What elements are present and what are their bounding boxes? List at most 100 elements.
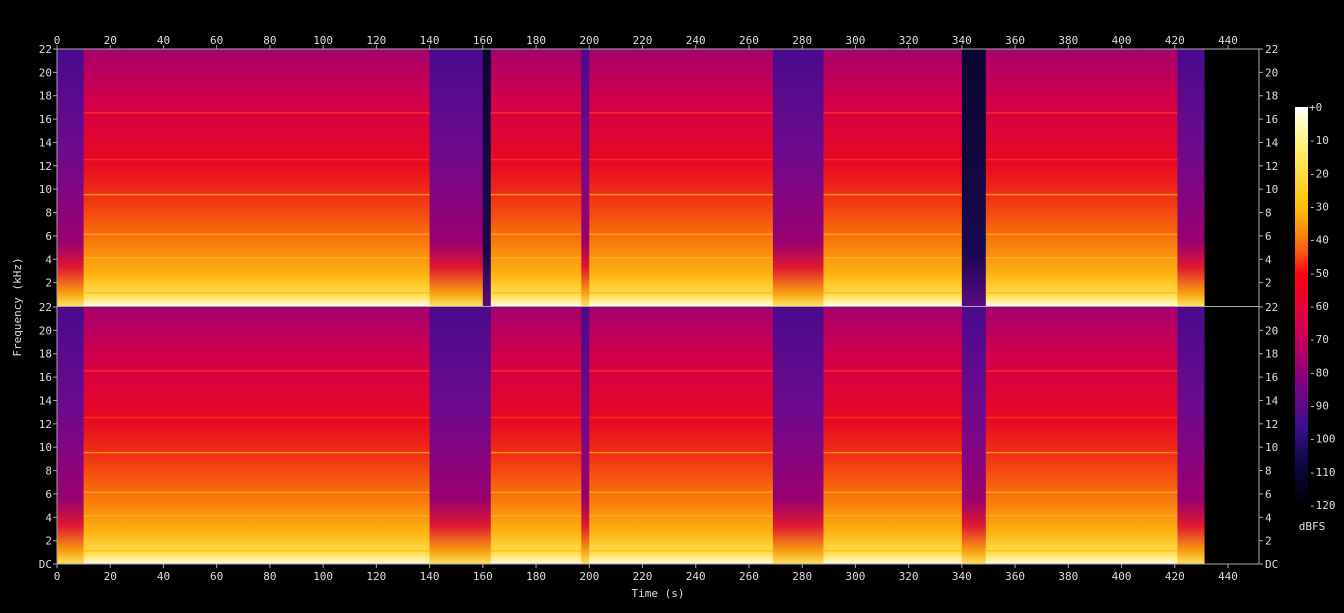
top-harmonic-band [985, 158, 1178, 161]
y-bottom-tick-label-right: 4 [1265, 511, 1272, 524]
top-harmonic-band [985, 193, 1178, 196]
x-tick-label-bottom: 180 [526, 570, 546, 583]
top-harmonic-band [823, 112, 962, 114]
colorbar-tick-label: -90 [1309, 400, 1329, 413]
top-segment-quiet [57, 49, 85, 306]
y-bottom-tick-label-left: 6 [45, 488, 52, 501]
x-tick-label-top: 160 [473, 34, 493, 47]
colorbar-label: dBFS [1299, 520, 1326, 533]
y-bottom-tick-label-left: 20 [39, 324, 52, 337]
bottom-harmonic-band [589, 549, 773, 552]
x-tick-label-bottom: 300 [845, 570, 865, 583]
top-harmonic-band [83, 291, 430, 294]
y-top-tick-label-left: 12 [39, 160, 52, 173]
colorbar-tick-label: -100 [1309, 433, 1336, 446]
top-harmonic-band [985, 233, 1178, 236]
y-bottom-tick-label-left: 16 [39, 371, 52, 384]
top-harmonic-band [490, 233, 582, 236]
y-bottom-tick-label-right: 6 [1265, 488, 1272, 501]
y-top-tick-label-left: 2 [45, 277, 52, 290]
top-segment-quiet [772, 49, 824, 306]
colorbar-tick-label: -50 [1309, 267, 1329, 280]
x-axis-label: Time (s) [632, 587, 685, 600]
bottom-harmonic-band [490, 451, 582, 454]
bottom-harmonic-band [985, 370, 1178, 372]
bottom-harmonic-band [83, 514, 430, 517]
top-harmonic-band [589, 158, 773, 161]
top-segment-silent [482, 49, 492, 306]
y-top-tick-label-left: 10 [39, 183, 52, 196]
bottom-segment-loud [83, 307, 431, 564]
colorbar [1295, 107, 1308, 505]
colorbar-tick-label: +0 [1309, 101, 1322, 114]
y-top-tick-label-right: 18 [1265, 90, 1278, 103]
y-bottom-tick-label-left: DC [39, 558, 52, 571]
x-tick-label-bottom: 200 [579, 570, 599, 583]
bottom-harmonic-band [823, 491, 962, 494]
y-top-tick-label-right: 14 [1265, 136, 1279, 149]
y-bottom-tick-label-right: DC [1265, 558, 1278, 571]
colorbar-tick-label: -20 [1309, 167, 1329, 180]
y-top-tick-label-right: 16 [1265, 113, 1278, 126]
y-bottom-tick-label-left: 12 [39, 418, 52, 431]
bottom-harmonic-band [83, 416, 430, 419]
x-tick-label-top: 300 [845, 34, 865, 47]
y-bottom-tick-label-right: 2 [1265, 535, 1272, 548]
bottom-segment-loud [589, 307, 774, 564]
bottom-harmonic-band [985, 549, 1178, 552]
colorbar-tick-label: -70 [1309, 333, 1329, 346]
x-tick-label-bottom: 340 [952, 570, 972, 583]
x-tick-label-bottom: 240 [686, 570, 706, 583]
top-harmonic-band [83, 233, 430, 236]
y-bottom-tick-label-left: 2 [45, 535, 52, 548]
top-segment-quiet [581, 49, 590, 306]
y-bottom-tick-label-left: 8 [45, 465, 52, 478]
y-bottom-tick-label-right: 8 [1265, 465, 1272, 478]
y-bottom-tick-label-left: 22 [39, 301, 52, 314]
x-tick-label-bottom: 40 [157, 570, 170, 583]
top-harmonic-band [589, 193, 773, 196]
y-bottom-tick-label-left: 14 [39, 394, 53, 407]
y-bottom-tick-label-right: 16 [1265, 371, 1278, 384]
bottom-segment-quiet [429, 307, 492, 564]
y-top-tick-label-left: 6 [45, 230, 52, 243]
y-top-tick-label-right: 8 [1265, 207, 1272, 220]
x-tick-label-bottom: 220 [633, 570, 653, 583]
bottom-harmonic-band [985, 514, 1178, 517]
y-top-tick-label-right: 6 [1265, 230, 1272, 243]
top-harmonic-band [823, 233, 962, 236]
top-harmonic-band [83, 158, 430, 161]
bottom-harmonic-band [589, 491, 773, 494]
y-top-tick-label-right: 12 [1265, 160, 1278, 173]
bottom-harmonic-band [490, 549, 582, 552]
x-tick-label-top: 320 [899, 34, 919, 47]
x-tick-label-bottom: 60 [210, 570, 223, 583]
bottom-harmonic-band [589, 451, 773, 454]
y-top-tick-label-left: 16 [39, 113, 52, 126]
top-harmonic-band [589, 233, 773, 236]
y-bottom-tick-label-left: 4 [45, 511, 52, 524]
top-harmonic-band [985, 256, 1178, 259]
top-harmonic-band [490, 112, 582, 114]
colorbar-tick-label: -60 [1309, 300, 1329, 313]
bottom-harmonic-band [490, 514, 582, 517]
x-tick-label-top: 240 [686, 34, 706, 47]
x-tick-label-bottom: 440 [1218, 570, 1238, 583]
bottom-harmonic-band [823, 549, 962, 552]
top-segment-loud [490, 49, 582, 306]
y-bottom-tick-label-right: 18 [1265, 348, 1278, 361]
y-top-tick-label-left: 22 [39, 43, 52, 56]
bottom-harmonic-band [83, 491, 430, 494]
bottom-harmonic-band [823, 370, 962, 372]
bottom-harmonic-band [985, 416, 1178, 419]
top-segment-silent [961, 49, 987, 306]
top-harmonic-band [823, 193, 962, 196]
bottom-segment-loud [490, 307, 582, 564]
bottom-harmonic-band [985, 451, 1178, 454]
x-tick-label-bottom: 260 [739, 570, 759, 583]
x-tick-label-top: 380 [1058, 34, 1078, 47]
top-harmonic-band [589, 256, 773, 259]
colorbar-ticks: +0 -10 -20 -30 -40 -50 -60 -70 -80 -90 -100 -110 -12… [1309, 101, 1336, 512]
top-harmonic-band [985, 112, 1178, 114]
x-tick-label-bottom: 20 [104, 570, 117, 583]
